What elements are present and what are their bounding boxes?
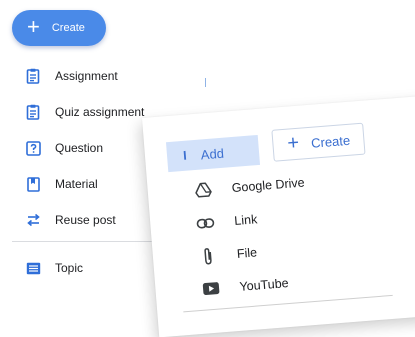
create-button[interactable]: + Create bbox=[12, 10, 106, 46]
quiz-assignment-icon bbox=[25, 104, 41, 120]
text-cursor bbox=[205, 78, 206, 87]
create-menu: Assignment Quiz assignment Question Mate… bbox=[0, 58, 160, 238]
menu-item-label: Quiz assignment bbox=[55, 105, 145, 119]
plus-icon: + bbox=[27, 14, 40, 39]
create-attachment-label: Create bbox=[310, 132, 351, 151]
dropdown-item-label: File bbox=[236, 244, 258, 261]
dropdown-item-label: YouTube bbox=[238, 275, 290, 294]
topic-section: Topic bbox=[0, 250, 160, 286]
google-drive-icon bbox=[193, 180, 212, 199]
menu-item-reuse-post[interactable]: Reuse post bbox=[0, 202, 160, 238]
dropdown-item-label: Link bbox=[233, 211, 258, 228]
file-attachment-icon bbox=[198, 246, 217, 265]
youtube-icon bbox=[201, 279, 220, 298]
menu-item-label: Material bbox=[55, 177, 98, 191]
menu-item-material[interactable]: Material bbox=[0, 166, 160, 202]
reuse-post-icon bbox=[25, 212, 41, 228]
attachment-panel: 𝚰 Add + Create Google Drive Link File Yo… bbox=[142, 95, 415, 337]
add-dropdown-menu: Google Drive Link File YouTube bbox=[173, 159, 393, 307]
material-icon bbox=[25, 176, 41, 192]
add-button-label: Add bbox=[200, 145, 225, 162]
menu-item-label: Assignment bbox=[55, 69, 118, 83]
menu-item-assignment[interactable]: Assignment bbox=[0, 58, 160, 94]
topic-icon bbox=[25, 260, 41, 276]
menu-item-topic[interactable]: Topic bbox=[0, 250, 160, 286]
create-button-label: Create bbox=[51, 22, 85, 34]
menu-item-label: Reuse post bbox=[55, 213, 116, 227]
paperclip-icon: 𝚰 bbox=[182, 148, 188, 163]
menu-item-question[interactable]: Question bbox=[0, 130, 160, 166]
plus-icon: + bbox=[286, 131, 300, 155]
menu-item-label: Question bbox=[55, 141, 104, 155]
add-button[interactable]: 𝚰 Add bbox=[165, 134, 261, 173]
link-icon bbox=[196, 213, 215, 232]
menu-item-label: Topic bbox=[55, 261, 84, 275]
dropdown-item-label: Google Drive bbox=[231, 174, 306, 195]
menu-divider bbox=[12, 241, 162, 242]
create-attachment-button[interactable]: + Create bbox=[271, 122, 366, 162]
question-icon bbox=[25, 140, 41, 156]
menu-item-quiz-assignment[interactable]: Quiz assignment bbox=[0, 94, 160, 130]
assignment-icon bbox=[25, 68, 41, 84]
